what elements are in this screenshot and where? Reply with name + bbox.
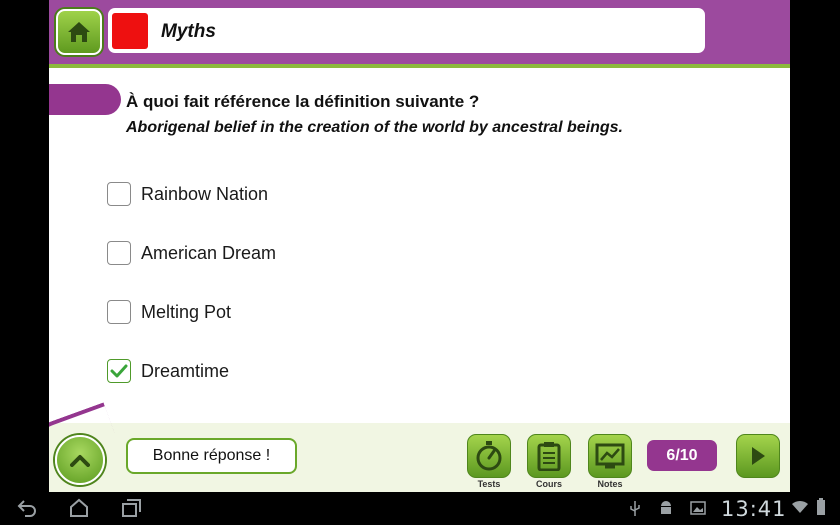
tool-label: Notes <box>597 479 623 489</box>
battery-icon <box>817 498 825 515</box>
tool-tests[interactable]: Tests <box>467 434 511 489</box>
recent-apps-icon[interactable] <box>120 498 142 518</box>
question-counter: 6/10 <box>647 440 717 471</box>
option-checkbox-checked[interactable] <box>107 359 131 383</box>
system-navigation-bar <box>0 492 840 525</box>
home-nav-icon[interactable] <box>68 498 90 518</box>
quiz-app: Myths À quoi fait référence la définitio… <box>49 0 790 492</box>
question-definition: Aborigenal belief in the creation of the… <box>126 119 623 136</box>
option-checkbox[interactable] <box>107 182 131 206</box>
footer-toolbar: Bonne réponse ! Tests Cours Notes 6/10 <box>49 402 790 492</box>
option-checkbox[interactable] <box>107 241 131 265</box>
option-label: Dreamtime <box>141 360 230 381</box>
back-icon[interactable] <box>16 498 38 518</box>
question-marker <box>49 84 121 115</box>
home-button[interactable] <box>56 9 102 55</box>
status-clock: 13:41 <box>721 497 787 521</box>
option-checkbox[interactable] <box>107 300 131 324</box>
chevron-up-icon <box>70 455 90 467</box>
header-bar: Myths <box>49 0 790 64</box>
option-label: American Dream <box>141 242 277 263</box>
scroll-up-button[interactable] <box>55 435 105 485</box>
tool-cours[interactable]: Cours <box>527 434 571 489</box>
option-label: Rainbow Nation <box>141 183 269 204</box>
option-label: Melting Pot <box>141 301 232 322</box>
play-arrow-icon <box>752 447 765 465</box>
image-icon <box>690 501 706 515</box>
answer-option[interactable]: Rainbow Nation <box>107 180 268 208</box>
title-bar: Myths <box>108 8 705 53</box>
next-button[interactable] <box>736 434 780 478</box>
question-prompt: À quoi fait référence la définition suiv… <box>126 92 480 111</box>
cours-button[interactable] <box>527 434 571 478</box>
feedback-badge: Bonne réponse ! <box>126 438 297 474</box>
tool-notes[interactable]: Notes <box>588 434 632 489</box>
answer-option[interactable]: Melting Pot <box>107 298 231 326</box>
tool-label: Cours <box>535 479 562 489</box>
stopwatch-icon <box>476 441 502 471</box>
category-color-square <box>112 13 148 49</box>
header-divider <box>49 64 790 68</box>
notes-button[interactable] <box>588 434 632 478</box>
checkmark-icon <box>110 364 128 378</box>
answer-option[interactable]: American Dream <box>107 239 276 267</box>
page-title: Myths <box>161 21 216 42</box>
tool-label: Tests <box>477 479 501 489</box>
home-icon <box>68 22 90 42</box>
android-icon <box>661 501 671 514</box>
answer-option[interactable]: Dreamtime <box>107 357 229 385</box>
chart-board-icon <box>595 443 625 469</box>
tests-button[interactable] <box>467 434 511 478</box>
clipboard-icon <box>537 442 561 471</box>
usb-icon <box>630 501 640 516</box>
wifi-icon <box>792 500 808 513</box>
